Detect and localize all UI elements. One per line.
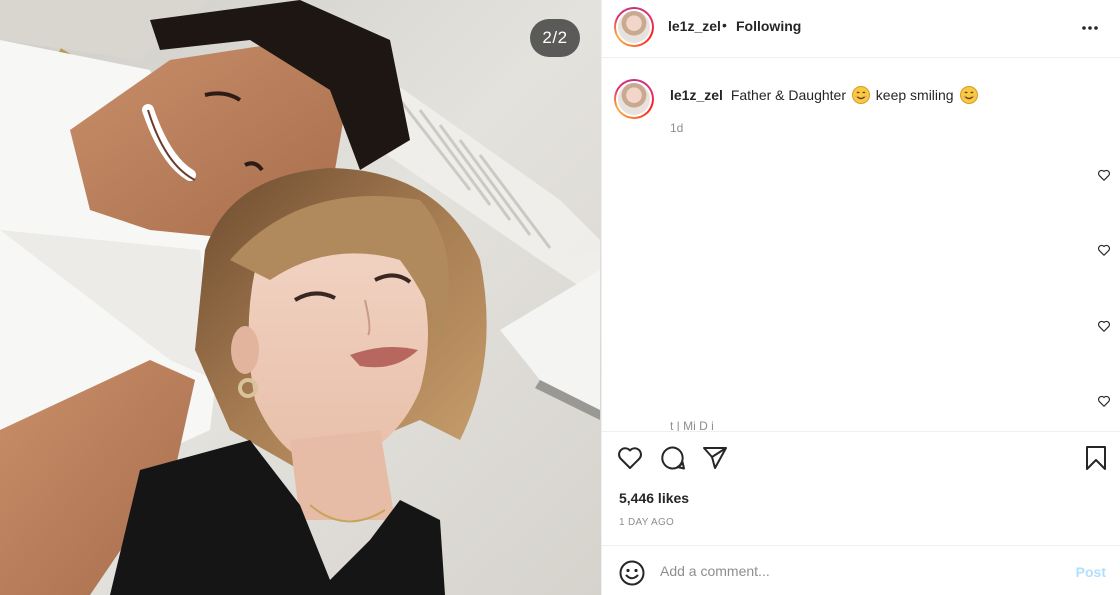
post-timestamp: 1 DAY AGO bbox=[619, 517, 675, 528]
smiling-face-emoji-icon bbox=[851, 86, 870, 104]
more-options-icon[interactable] bbox=[1078, 16, 1102, 40]
comment-input[interactable] bbox=[660, 560, 1040, 582]
header-username[interactable]: le1z_zel bbox=[668, 18, 721, 34]
share-icon[interactable] bbox=[701, 444, 729, 472]
image-counter: 2/2 bbox=[530, 19, 580, 57]
caption-avatar[interactable] bbox=[614, 79, 654, 119]
caption-text-part1: Father & Daughter bbox=[730, 87, 846, 103]
comment-like-heart-icon[interactable] bbox=[1097, 243, 1111, 257]
action-bar: 5,446 likes 1 DAY AGO bbox=[602, 431, 1120, 545]
separator-dot: • bbox=[722, 17, 727, 33]
post-sidebar: le1z_zel • Following le1z_zel Father & D… bbox=[602, 0, 1120, 595]
caption-text-part2: keep smiling bbox=[875, 87, 954, 103]
likes-count[interactable]: 5,446 likes bbox=[619, 490, 689, 506]
comment-like-heart-icon[interactable] bbox=[1097, 319, 1111, 333]
caption-text: le1z_zel Father & Daughter keep smiling bbox=[670, 86, 980, 104]
caption-timestamp: 1d bbox=[670, 121, 684, 135]
smiling-face-emoji-icon bbox=[959, 86, 978, 104]
emoji-picker-icon[interactable] bbox=[618, 559, 646, 587]
comment-like-heart-icon[interactable] bbox=[1097, 394, 1111, 408]
post-photo[interactable]: 2/2 bbox=[0, 0, 601, 595]
post-header: le1z_zel • Following bbox=[602, 0, 1120, 58]
add-comment-bar: Post bbox=[602, 545, 1120, 595]
comments-list[interactable]: le1z_zel Father & Daughter keep smiling bbox=[602, 59, 1120, 431]
post-comment-button[interactable]: Post bbox=[1076, 564, 1106, 580]
comment-icon[interactable] bbox=[659, 444, 687, 472]
partial-comment-text: t | Mi D i bbox=[670, 419, 714, 431]
following-button[interactable]: Following bbox=[736, 18, 801, 34]
caption-username[interactable]: le1z_zel bbox=[670, 87, 723, 103]
bookmark-icon[interactable] bbox=[1082, 444, 1110, 472]
avatar[interactable] bbox=[614, 7, 654, 47]
selfie-image bbox=[0, 0, 601, 595]
like-heart-icon[interactable] bbox=[616, 444, 644, 472]
comment-like-heart-icon[interactable] bbox=[1097, 168, 1111, 182]
